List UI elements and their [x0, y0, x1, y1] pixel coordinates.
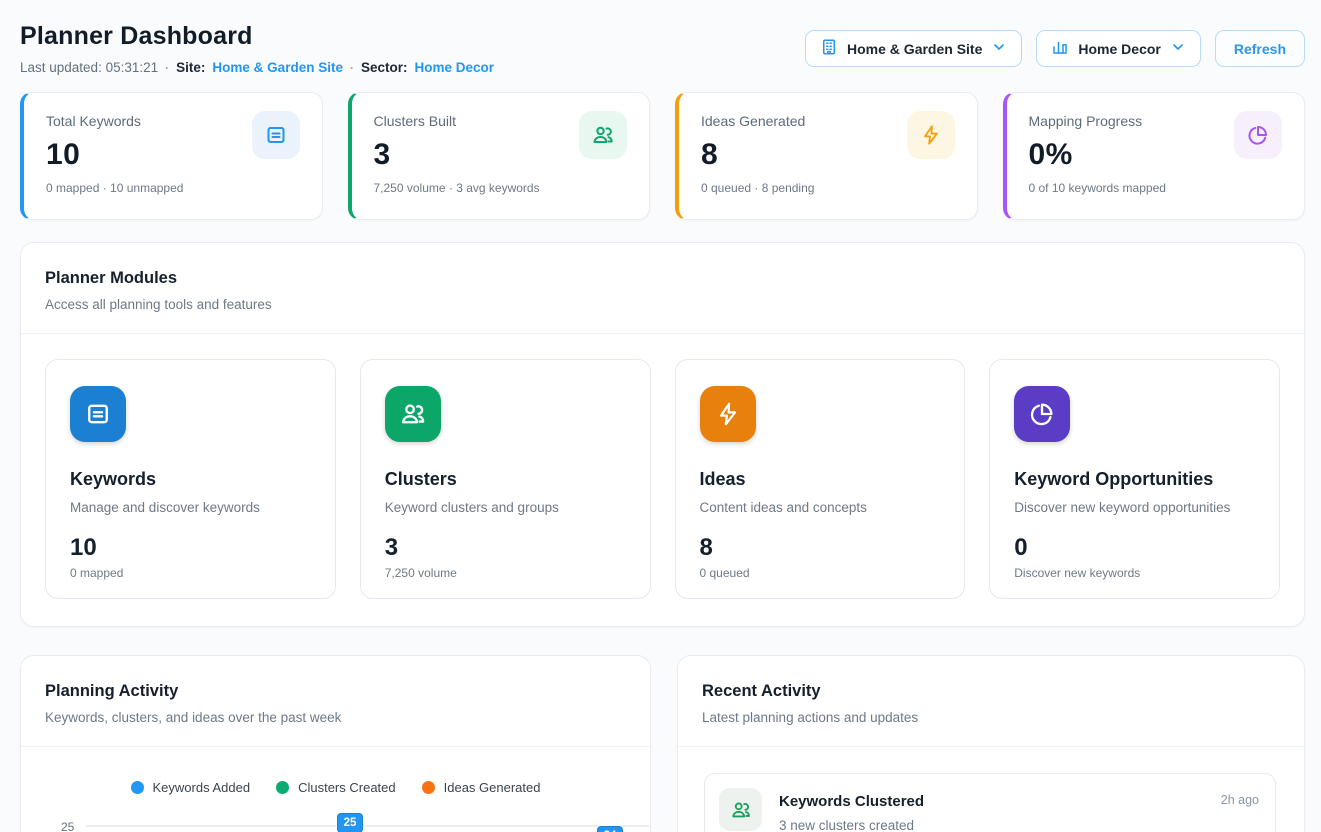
legend-item-ideas-generated[interactable]: Ideas Generated: [422, 780, 541, 795]
legend-dot-icon: [131, 781, 144, 794]
module-card-clusters[interactable]: Clusters Keyword clusters and groups 3 7…: [360, 359, 651, 599]
header-controls: Home & Garden Site Home Decor Refresh: [805, 30, 1305, 67]
last-updated-text: Last updated: 05:31:21: [20, 60, 158, 75]
sector-selector-dropdown[interactable]: Home Decor: [1036, 30, 1200, 67]
module-card-keywords[interactable]: Keywords Manage and discover keywords 10…: [45, 359, 336, 599]
users-icon: [385, 386, 441, 442]
planning-activity-panel: Planning Activity Keywords, clusters, an…: [20, 655, 651, 832]
module-description: Discover new keyword opportunities: [1014, 500, 1255, 515]
chevron-down-icon: [1170, 39, 1186, 58]
module-stat: 0: [1014, 534, 1255, 562]
users-icon: [579, 111, 627, 159]
stat-sub: 0 mapped · 10 unmapped: [46, 181, 300, 195]
legend-item-keywords-added[interactable]: Keywords Added: [131, 780, 251, 795]
legend-label: Clusters Created: [298, 780, 396, 795]
page-title: Planner Dashboard: [20, 22, 494, 51]
modules-grid: Keywords Manage and discover keywords 10…: [21, 334, 1304, 599]
recent-activity-panel: Recent Activity Latest planning actions …: [677, 655, 1305, 832]
stat-sub: 7,250 volume · 3 avg keywords: [374, 181, 628, 195]
planner-modules-panel: Planner Modules Access all planning tool…: [20, 242, 1305, 627]
module-description: Manage and discover keywords: [70, 500, 311, 515]
document-lines-icon: [252, 111, 300, 159]
stat-card-clusters-built[interactable]: Clusters Built 3 7,250 volume · 3 avg ke…: [348, 92, 651, 220]
module-title: Keywords: [70, 469, 311, 490]
bar-chart-icon: [1051, 38, 1069, 59]
stat-card-total-keywords[interactable]: Total Keywords 10 0 mapped · 10 unmapped: [20, 92, 323, 220]
module-sub: 0 mapped: [70, 566, 311, 580]
modules-panel-header: Planner Modules Access all planning tool…: [21, 243, 1304, 312]
bottom-row: Planning Activity Keywords, clusters, an…: [20, 655, 1305, 832]
module-stat: 10: [70, 534, 311, 562]
module-title: Ideas: [700, 469, 941, 490]
module-description: Content ideas and concepts: [700, 500, 941, 515]
module-stat: 8: [700, 534, 941, 562]
sector-link[interactable]: Home Decor: [414, 60, 494, 75]
stat-sub: 0 of 10 keywords mapped: [1029, 181, 1283, 195]
module-description: Keyword clusters and groups: [385, 500, 626, 515]
site-selector-value: Home & Garden Site: [847, 41, 982, 57]
legend-dot-icon: [276, 781, 289, 794]
modules-panel-subtitle: Access all planning tools and features: [45, 297, 1280, 312]
activity-item-keywords-clustered[interactable]: Keywords Clustered 3 new clusters create…: [704, 773, 1276, 832]
module-sub: 7,250 volume: [385, 566, 626, 580]
planner-dashboard-page: Planner Dashboard Last updated: 05:31:21…: [0, 0, 1321, 832]
pie-chart-icon: [1234, 111, 1282, 159]
document-lines-icon: [70, 386, 126, 442]
pie-chart-icon: [1014, 386, 1070, 442]
recent-activity-subtitle: Latest planning actions and updates: [702, 710, 1280, 725]
header-meta: Last updated: 05:31:21 · Site: Home & Ga…: [20, 60, 494, 75]
site-link[interactable]: Home & Garden Site: [212, 60, 343, 75]
y-axis-tick-25: 25: [61, 820, 74, 832]
refresh-button[interactable]: Refresh: [1215, 30, 1305, 67]
lightning-bolt-icon: [700, 386, 756, 442]
stat-cards-row: Total Keywords 10 0 mapped · 10 unmapped…: [20, 92, 1305, 220]
site-selector-dropdown[interactable]: Home & Garden Site: [805, 30, 1022, 67]
stat-sub: 0 queued · 8 pending: [701, 181, 955, 195]
sector-selector-value: Home Decor: [1078, 41, 1160, 57]
legend-dot-icon: [422, 781, 435, 794]
module-sub: 0 queued: [700, 566, 941, 580]
lightning-bolt-icon: [907, 111, 955, 159]
header-left: Planner Dashboard Last updated: 05:31:21…: [20, 22, 494, 75]
divider: [678, 746, 1304, 747]
recent-activity-title: Recent Activity: [702, 682, 1280, 701]
module-card-keyword-opportunities[interactable]: Keyword Opportunities Discover new keywo…: [989, 359, 1280, 599]
module-sub: Discover new keywords: [1014, 566, 1255, 580]
stat-card-mapping-progress[interactable]: Mapping Progress 0% 0 of 10 keywords map…: [1003, 92, 1306, 220]
stat-card-ideas-generated[interactable]: Ideas Generated 8 0 queued · 8 pending: [675, 92, 978, 220]
page-header: Planner Dashboard Last updated: 05:31:21…: [20, 22, 1305, 75]
legend-label: Ideas Generated: [444, 780, 541, 795]
data-point-label-25: 25: [337, 813, 363, 832]
planning-activity-header: Planning Activity Keywords, clusters, an…: [21, 656, 650, 725]
legend-item-clusters-created[interactable]: Clusters Created: [276, 780, 396, 795]
building-icon: [820, 38, 838, 59]
activity-item-body: Keywords Clustered 3 new clusters create…: [779, 788, 924, 832]
modules-panel-title: Planner Modules: [45, 269, 1280, 288]
module-title: Clusters: [385, 469, 626, 490]
users-icon: [719, 788, 762, 831]
module-card-ideas[interactable]: Ideas Content ideas and concepts 8 0 que…: [675, 359, 966, 599]
chevron-down-icon: [991, 39, 1007, 58]
site-label: Site:: [176, 60, 205, 75]
sector-label: Sector:: [361, 60, 408, 75]
data-point-label-24: 24: [597, 826, 623, 832]
legend-label: Keywords Added: [153, 780, 251, 795]
planning-activity-title: Planning Activity: [45, 682, 626, 701]
module-stat: 3: [385, 534, 626, 562]
activity-item-timestamp: 2h ago: [1221, 793, 1259, 807]
meta-separator: ·: [350, 61, 354, 75]
line-chart-canvas: [86, 810, 652, 832]
activity-item-title: Keywords Clustered: [779, 793, 924, 810]
activity-item-description: 3 new clusters created: [779, 818, 924, 832]
chart-legend: Keywords Added Clusters Created Ideas Ge…: [21, 780, 650, 795]
module-title: Keyword Opportunities: [1014, 469, 1255, 490]
planning-activity-subtitle: Keywords, clusters, and ideas over the p…: [45, 710, 626, 725]
recent-activity-header: Recent Activity Latest planning actions …: [678, 656, 1304, 725]
meta-separator: ·: [165, 61, 169, 75]
planning-activity-chart: Keywords Added Clusters Created Ideas Ge…: [21, 747, 650, 832]
